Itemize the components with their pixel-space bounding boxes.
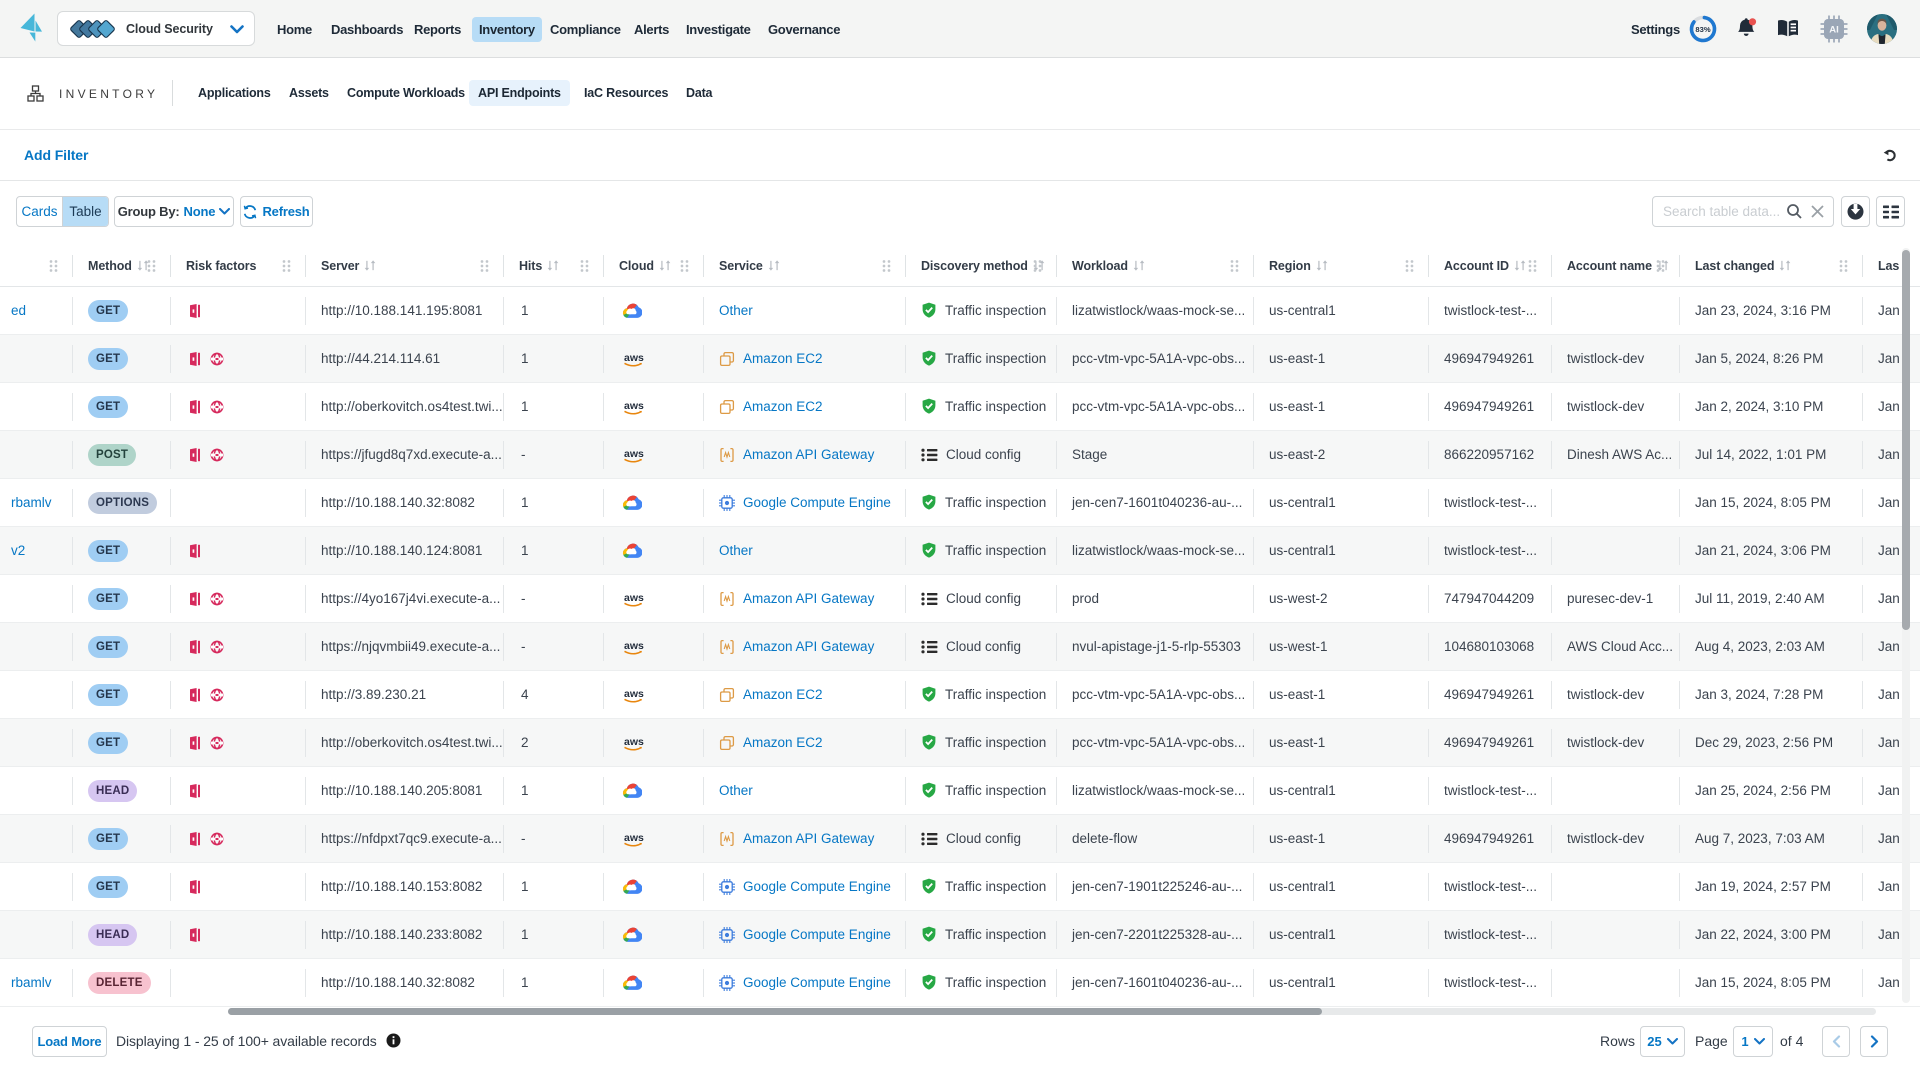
svg-text:aws: aws xyxy=(624,352,644,364)
svg-text:aws: aws xyxy=(624,400,644,412)
svg-text:AI: AI xyxy=(1829,25,1839,36)
svg-text:aws: aws xyxy=(624,832,644,844)
svg-text:aws: aws xyxy=(624,736,644,748)
svg-text:83%: 83% xyxy=(1695,25,1710,34)
svg-text:aws: aws xyxy=(624,448,644,460)
svg-text:aws: aws xyxy=(624,640,644,652)
svg-text:aws: aws xyxy=(624,592,644,604)
svg-text:aws: aws xyxy=(624,688,644,700)
